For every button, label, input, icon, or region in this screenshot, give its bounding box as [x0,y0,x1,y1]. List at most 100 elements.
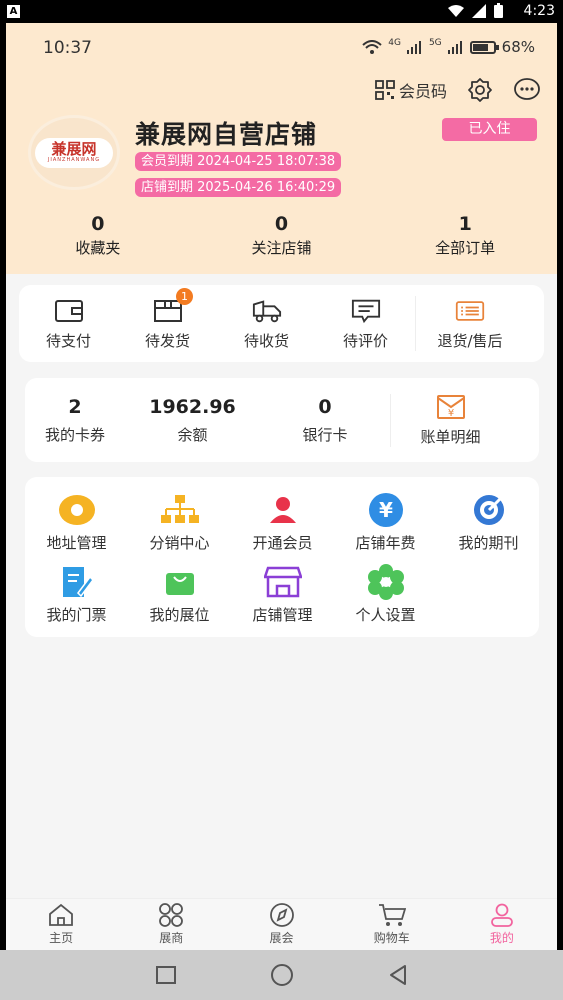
tab-home[interactable]: 主页 [6,899,116,950]
service-tickets[interactable]: 我的门票 [25,563,128,625]
member-code-button[interactable]: 会员码 [375,78,447,102]
stat-label: 收藏夹 [75,239,121,257]
service-label: 我的期刊 [458,534,519,552]
order-pending-payment[interactable]: 待支付 [19,296,118,351]
battery-level: 68% [501,38,535,56]
store-logo[interactable]: 兼展网 JIANZHANWANG [28,115,120,190]
service-label: 个人设置 [355,606,416,624]
logo-badge: 兼展网 JIANZHANWANG [35,137,113,168]
favorites-stat[interactable]: 0 收藏夹 [6,213,190,258]
system-icons [448,3,503,18]
service-label: 分销中心 [149,534,210,552]
tab-exhibitors[interactable]: 展商 [116,899,226,950]
services-card: 地址管理 分销中心 开通会员 ¥ 店铺年费 我的期刊 我的门票 我的展位 店铺管… [25,477,539,637]
bank-cards-value: 0 [318,395,332,418]
order-label: 待支付 [45,332,91,350]
store-expiry-tag: 店铺到期 2025-04-26 16:40:29 [135,178,342,197]
wifi-icon [362,40,382,54]
order-label: 待评价 [342,332,388,350]
order-count-badge: 1 [176,288,193,305]
service-label: 开通会员 [252,534,313,552]
comment-icon [351,296,381,326]
order-pending-review[interactable]: 待评价 [316,296,415,351]
coupons-value: 2 [68,395,82,418]
tab-label: 展商 [159,931,184,945]
home-button-icon[interactable] [269,963,295,987]
ticket-edit-icon [58,563,96,601]
balance-value: 1962.96 [149,395,236,418]
bag-icon [161,563,199,601]
hierarchy-icon [160,491,199,529]
order-status-card: 待支付 1 待发货 待收货 待评价 退货/售后 [19,285,544,362]
logo-text: 兼展网 [51,140,97,158]
tab-mine[interactable]: 我的 [447,899,557,950]
followed-stores-stat[interactable]: 0 关注店铺 [190,213,374,258]
gear-icon[interactable] [467,77,493,103]
stat-value: 0 [274,213,289,235]
home-icon [49,903,73,926]
status-indicators: 4G 5G 68% [362,38,535,56]
tab-exhibitions[interactable]: 展会 [226,899,336,950]
tab-label: 展会 [269,931,294,945]
joined-status-button[interactable]: 已入住 [442,118,537,141]
member-code-label: 会员码 [398,82,447,101]
bill-details-item[interactable]: ¥ 账单明细 [390,393,510,447]
service-distribution[interactable]: 分销中心 [128,491,231,553]
back-icon[interactable] [387,964,409,986]
order-returns[interactable]: 退货/售后 [415,296,524,351]
user-icon [264,491,302,529]
wallet-icon [54,296,84,326]
qr-code-icon [375,80,395,100]
service-membership[interactable]: 开通会员 [231,491,334,553]
order-pending-receipt[interactable]: 待收货 [217,296,316,351]
battery-icon [469,40,499,54]
coupons-label: 我的卡券 [44,425,105,444]
service-personal-settings[interactable]: 个人设置 [334,563,437,625]
order-label: 待收货 [243,332,289,350]
system-navigation-bar [0,950,563,1000]
network-type-2: 5G [428,38,442,48]
wallet-card: 2 我的卡券 1962.96 余额 0 银行卡 ¥ 账单明细 [25,378,539,462]
service-booth[interactable]: 我的展位 [128,563,231,625]
signal-bars-icon [447,40,462,54]
store-icon [263,563,302,601]
svg-text:¥: ¥ [379,498,393,522]
chat-icon[interactable] [513,77,541,103]
bank-cards-item[interactable]: 0 银行卡 [260,396,390,445]
wifi-icon [448,4,464,17]
recents-icon[interactable] [155,965,177,985]
order-pending-shipment[interactable]: 1 待发货 [118,288,217,351]
service-store-fee[interactable]: ¥ 店铺年费 [334,491,437,553]
network-type-1: 4G [388,38,401,48]
app-indicator-icon: A [7,5,20,18]
stat-value: 0 [91,213,105,235]
order-label: 待发货 [144,332,190,350]
service-store-management[interactable]: 店铺管理 [231,563,334,625]
tab-label: 购物车 [373,931,410,945]
top-actions: 会员码 [375,77,541,103]
signal-bars-icon [406,40,421,54]
signal-icon [472,3,486,18]
bill-label: 账单明细 [420,427,481,446]
battery-icon [494,3,503,18]
service-label: 地址管理 [46,534,107,552]
stat-label: 关注店铺 [251,239,312,257]
grid-icon [159,903,184,927]
coupons-item[interactable]: 2 我的卡券 [25,396,125,445]
status-time: 10:37 [43,38,92,58]
service-label: 店铺管理 [252,606,313,624]
service-address[interactable]: 地址管理 [25,491,128,553]
target-icon [470,491,508,529]
all-orders-stat[interactable]: 1 全部订单 [373,213,557,258]
balance-item[interactable]: 1962.96 余额 [125,396,260,445]
member-expiry-tag: 会员到期 2024-04-25 18:07:38 [135,152,342,171]
service-label: 我的门票 [46,606,107,624]
stat-value: 1 [458,213,472,235]
logo-subtext: JIANZHANWANG [47,157,101,163]
service-journal[interactable]: 我的期刊 [437,491,540,553]
person-icon [491,903,513,927]
tab-cart[interactable]: 购物车 [337,899,447,950]
yen-icon: ¥ [367,491,405,529]
order-label: 退货/售后 [437,332,503,350]
store-name: 兼展网自营店铺 [135,120,318,149]
